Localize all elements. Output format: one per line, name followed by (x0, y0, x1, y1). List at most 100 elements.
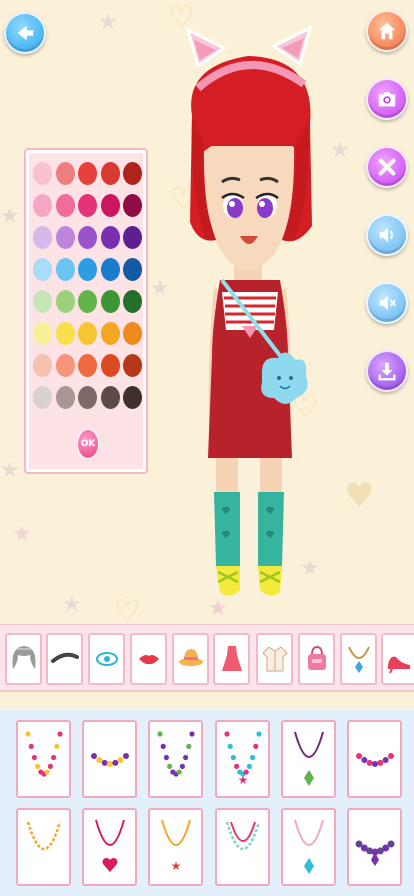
necklace-item[interactable] (16, 720, 71, 798)
star-decoration: ★ (0, 458, 20, 483)
color-swatch[interactable] (33, 258, 52, 281)
necklace-item[interactable] (281, 720, 336, 798)
color-swatch[interactable] (123, 194, 142, 217)
color-swatch[interactable] (123, 354, 142, 377)
category-toolbar (0, 624, 414, 692)
dress-icon (221, 646, 242, 671)
doll-character (185, 26, 313, 596)
necklace-icon (156, 731, 195, 777)
color-swatch[interactable] (78, 258, 97, 281)
color-swatch[interactable] (123, 322, 142, 345)
necklace-icon (24, 731, 63, 777)
close-icon (378, 158, 396, 176)
camera-button[interactable] (366, 78, 408, 120)
star-decoration: ★ (12, 522, 32, 547)
color-swatch[interactable] (123, 258, 142, 281)
necklace-item[interactable] (347, 808, 402, 886)
home-icon (378, 22, 396, 40)
necklace-item[interactable] (281, 808, 336, 886)
reset-button[interactable] (366, 146, 408, 188)
hair-icon (11, 646, 36, 669)
necklace-item[interactable] (347, 720, 402, 798)
color-swatch[interactable] (100, 386, 120, 409)
necklace-icon (355, 840, 394, 866)
color-swatch[interactable] (78, 290, 97, 313)
color-swatch[interactable] (78, 226, 97, 249)
category-jacket[interactable] (256, 633, 293, 685)
color-swatch[interactable] (78, 354, 97, 377)
color-swatch[interactable] (55, 194, 75, 217)
necklace-icon (225, 821, 260, 851)
category-shoes[interactable] (381, 633, 414, 685)
home-button[interactable] (366, 10, 408, 52)
camera-icon (378, 92, 396, 107)
back-button[interactable] (4, 12, 46, 54)
star-decoration: ★ (150, 276, 170, 301)
bag-icon (307, 645, 326, 670)
eyebrow-icon (50, 652, 79, 663)
ok-button[interactable]: OK (77, 429, 99, 459)
color-swatch[interactable] (33, 354, 52, 377)
color-swatch[interactable] (55, 226, 75, 249)
color-swatch[interactable] (33, 290, 52, 313)
color-swatch[interactable] (123, 162, 142, 185)
necklace-icon (355, 753, 394, 767)
necklace-item[interactable] (82, 808, 137, 886)
color-swatch[interactable] (123, 290, 142, 313)
necklace-item[interactable] (148, 720, 203, 798)
color-swatch[interactable] (55, 322, 75, 345)
category-eyes[interactable] (88, 633, 125, 685)
color-swatch[interactable] (55, 354, 75, 377)
star-decoration: ★ (0, 204, 20, 229)
color-swatch[interactable] (33, 322, 52, 345)
speaker-mute-icon (379, 295, 396, 311)
color-swatch[interactable] (55, 386, 75, 409)
necklace-icon: ★ (160, 819, 191, 873)
category-hair[interactable] (5, 633, 42, 685)
necklace-item[interactable] (82, 720, 137, 798)
color-swatch[interactable] (123, 386, 142, 409)
color-swatch[interactable] (33, 162, 52, 185)
necklace-item[interactable] (215, 808, 270, 886)
color-swatch[interactable] (100, 162, 120, 185)
color-swatch[interactable] (100, 258, 120, 281)
arrow-left-icon (17, 25, 34, 41)
item-grid: ★ ★ (0, 710, 414, 896)
category-bag[interactable] (298, 633, 335, 685)
lips-icon (138, 655, 159, 665)
color-swatch[interactable] (100, 194, 120, 217)
dressing-stage: ★ ★ ★ ★ ★ ★ ★ ★ ★ ♡ ♡ ♡ ♡ ♥ OK (0, 0, 414, 624)
color-swatch[interactable] (100, 322, 120, 345)
music-toggle-button[interactable] (366, 282, 408, 324)
color-swatch[interactable] (78, 194, 97, 217)
necklace-item[interactable]: ★ (148, 808, 203, 886)
necklace-icon (94, 819, 125, 872)
color-swatch[interactable] (78, 162, 97, 185)
category-lips[interactable] (130, 633, 167, 685)
color-swatch[interactable] (123, 226, 142, 249)
save-button[interactable] (366, 350, 408, 392)
necklace-item[interactable]: ★ (215, 720, 270, 798)
necklace-item[interactable] (16, 808, 71, 886)
heart-decoration: ♥ (344, 476, 375, 516)
color-swatch[interactable] (100, 226, 120, 249)
color-swatch[interactable] (78, 322, 97, 345)
color-swatch[interactable] (55, 162, 75, 185)
sound-toggle-button[interactable] (366, 214, 408, 256)
category-eyebrows[interactable] (46, 633, 83, 685)
color-swatch[interactable] (33, 194, 52, 217)
category-necklace[interactable] (340, 633, 377, 685)
color-swatch[interactable] (55, 290, 75, 313)
color-swatch[interactable] (100, 354, 120, 377)
color-swatch[interactable] (55, 258, 75, 281)
color-swatch[interactable] (33, 386, 52, 409)
category-hat[interactable] (172, 633, 209, 685)
color-swatch[interactable] (78, 386, 97, 409)
category-dress[interactable] (213, 633, 250, 685)
speaker-icon (379, 227, 393, 243)
color-swatch[interactable] (100, 290, 120, 313)
necklace-icon (293, 731, 324, 786)
color-swatch[interactable] (33, 226, 52, 249)
necklace-icon (293, 819, 324, 874)
hat-icon (178, 649, 203, 666)
